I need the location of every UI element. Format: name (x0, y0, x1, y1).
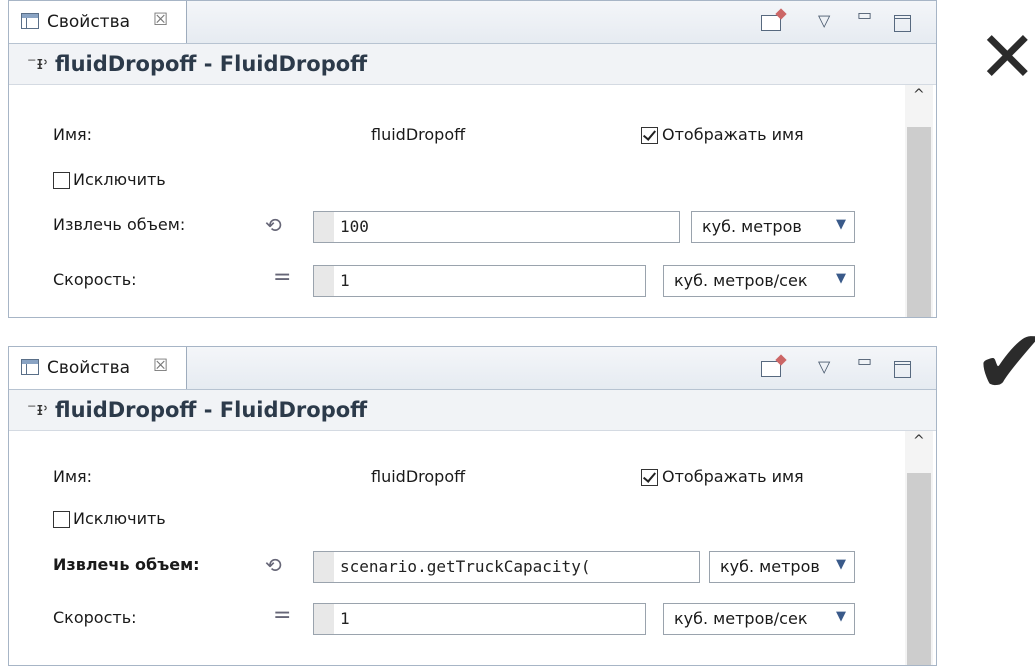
name-label: Имя: (53, 125, 93, 144)
object-header: ⁻ᵻ˒ fluidDropoff - FluidDropoff (9, 44, 936, 85)
field-grip (314, 212, 334, 242)
minimize-icon[interactable]: ▭ (857, 5, 872, 24)
volume-value: 100 (340, 217, 369, 236)
close-icon[interactable]: ☒ (153, 10, 168, 30)
properties-panel-correct: Свойства ☒ ▽ ▭ ⁻ᵻ˒ fluidDropoff - FluidD… (8, 346, 937, 666)
scroll-up-icon[interactable]: ^ (913, 433, 925, 449)
incorrect-mark-icon: ✕ (978, 16, 1035, 98)
new-window-icon[interactable] (761, 15, 781, 31)
view-tab-bar: Свойства ☒ ▽ ▭ (9, 1, 936, 44)
volume-unit-select[interactable]: куб. метров ▼ (691, 211, 855, 243)
speed-unit-value: куб. метров/сек (674, 271, 808, 290)
chevron-down-icon: ▼ (836, 609, 846, 624)
close-icon[interactable]: ☒ (153, 356, 168, 376)
scroll-thumb[interactable] (907, 473, 931, 665)
tab-properties[interactable]: Свойства ☒ (9, 347, 187, 389)
show-name-label: Отображать имя (662, 125, 804, 144)
scroll-thumb[interactable] (907, 127, 931, 317)
view-menu-icon[interactable]: ▽ (818, 11, 830, 30)
view-tab-bar: Свойства ☒ ▽ ▭ (9, 347, 936, 390)
chevron-down-icon: ▼ (836, 557, 846, 572)
exclude-label: Исключить (73, 170, 166, 189)
show-name-label: Отображать имя (662, 467, 804, 486)
name-label: Имя: (53, 467, 93, 486)
name-value[interactable]: fluidDropoff (371, 467, 465, 486)
volume-unit-value: куб. метров (702, 217, 802, 236)
speed-value: 1 (340, 609, 350, 628)
name-value[interactable]: fluidDropoff (371, 125, 465, 144)
field-grip (314, 552, 334, 582)
volume-unit-select[interactable]: куб. метров ▼ (709, 551, 855, 583)
scroll-up-icon[interactable]: ^ (913, 87, 925, 103)
properties-panel-incorrect: Свойства ☒ ▽ ▭ ⁻ᵻ˒ fluidDropoff - FluidD… (8, 0, 937, 318)
speed-unit-select[interactable]: куб. метров/сек ▼ (663, 265, 855, 297)
minimize-icon[interactable]: ▭ (857, 351, 872, 370)
object-title: fluidDropoff - FluidDropoff (55, 52, 368, 76)
volume-unit-value: куб. метров (720, 557, 820, 576)
static-value-icon[interactable]: = (273, 265, 291, 290)
speed-label: Скорость: (53, 608, 137, 627)
object-header: ⁻ᵻ˒ fluidDropoff - FluidDropoff (9, 390, 936, 431)
properties-content: Имя: fluidDropoff Отображать имя Исключи… (9, 431, 936, 665)
vertical-scrollbar[interactable]: ^ (905, 431, 933, 665)
speed-unit-value: куб. метров/сек (674, 609, 808, 628)
vertical-scrollbar[interactable]: ^ (905, 85, 933, 317)
view-menu-icon[interactable]: ▽ (818, 357, 830, 376)
properties-icon (21, 359, 39, 375)
speed-input[interactable]: 1 (313, 265, 646, 297)
speed-unit-select[interactable]: куб. метров/сек ▼ (663, 603, 855, 635)
static-value-icon[interactable]: = (273, 603, 291, 628)
tab-title: Свойства (47, 12, 131, 32)
correct-mark-icon: ✔ (973, 310, 1035, 415)
show-name-checkbox[interactable] (641, 127, 658, 144)
properties-content: Имя: fluidDropoff Отображать имя Исключи… (9, 85, 936, 317)
volume-label: Извлечь объем: (53, 215, 186, 234)
speed-value: 1 (340, 271, 350, 290)
chevron-down-icon: ▼ (836, 217, 846, 232)
volume-label: Извлечь объем: (53, 555, 200, 574)
fluid-dropoff-icon: ⁻ᵻ˒ (27, 399, 49, 420)
fluid-dropoff-icon: ⁻ᵻ˒ (27, 53, 49, 74)
speed-label: Скорость: (53, 270, 137, 289)
exclude-checkbox[interactable] (53, 511, 70, 528)
dynamic-value-icon[interactable]: ⟲ (265, 213, 282, 237)
volume-input[interactable]: scenario.getTruckCapacity( (313, 551, 700, 583)
chevron-down-icon: ▼ (836, 271, 846, 286)
tab-title: Свойства (47, 358, 131, 378)
field-grip (314, 266, 334, 296)
exclude-checkbox[interactable] (53, 172, 70, 189)
new-window-icon[interactable] (761, 361, 781, 377)
properties-icon (21, 13, 39, 29)
speed-input[interactable]: 1 (313, 603, 646, 635)
volume-input[interactable]: 100 (313, 211, 680, 243)
maximize-icon[interactable] (894, 15, 911, 32)
show-name-checkbox[interactable] (641, 469, 658, 486)
tab-properties[interactable]: Свойства ☒ (9, 1, 187, 43)
field-grip (314, 604, 334, 634)
object-title: fluidDropoff - FluidDropoff (55, 398, 368, 422)
exclude-label: Исключить (73, 509, 166, 528)
dynamic-value-icon[interactable]: ⟲ (265, 553, 282, 577)
volume-value: scenario.getTruckCapacity( (340, 557, 591, 576)
maximize-icon[interactable] (894, 361, 911, 378)
